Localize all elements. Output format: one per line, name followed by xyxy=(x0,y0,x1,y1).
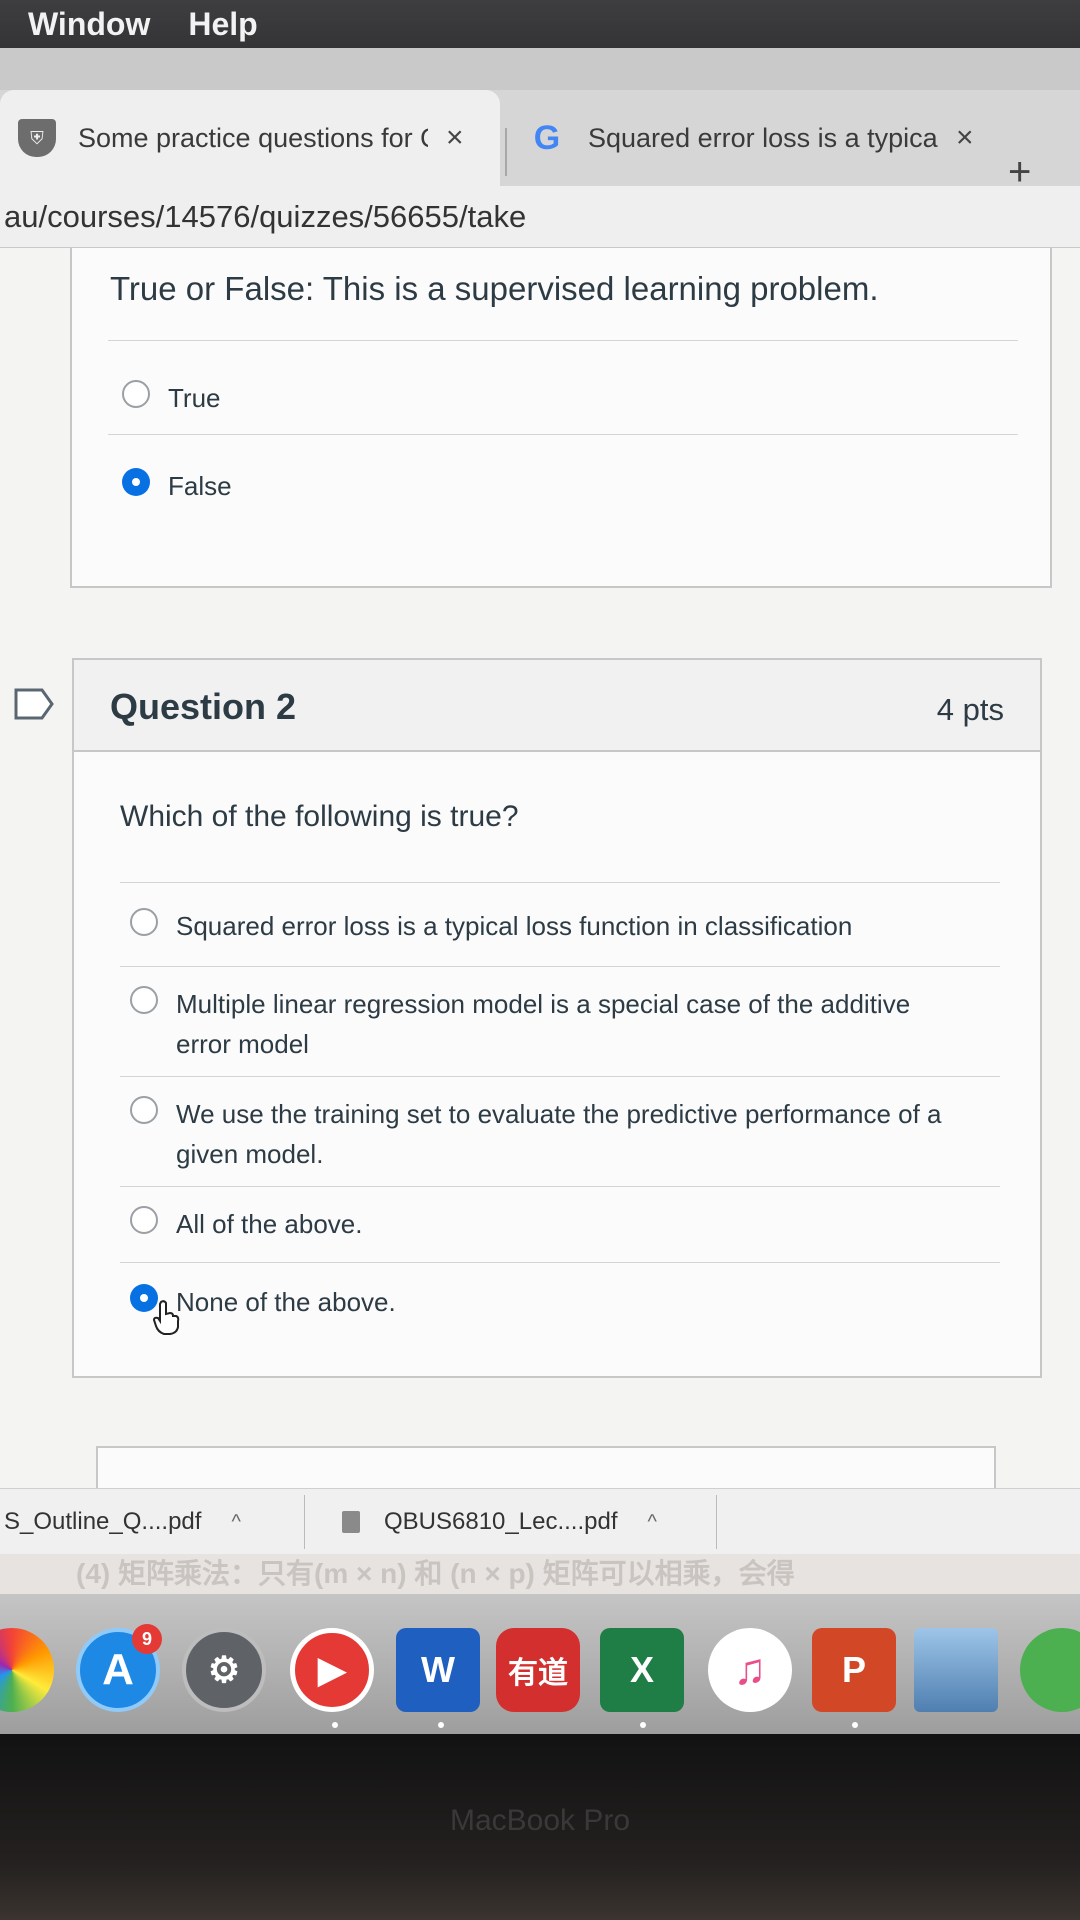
question-1-card: True or False: This is a supervised lear… xyxy=(70,248,1052,588)
radio-button[interactable] xyxy=(130,986,158,1014)
quiz-page: True or False: This is a supervised lear… xyxy=(0,248,1080,1488)
pdf-file-icon xyxy=(342,1511,360,1533)
address-bar[interactable]: au/courses/14576/quizzes/56655/take xyxy=(0,186,1080,248)
notification-badge: 9 xyxy=(132,1624,162,1654)
download-filename: S_Outline_Q....pdf xyxy=(4,1508,202,1535)
divider xyxy=(108,340,1018,341)
answer-option[interactable]: We use the training set to evaluate the … xyxy=(130,1094,950,1174)
menu-window[interactable]: Window xyxy=(28,6,150,43)
university-shield-icon: ⛨ xyxy=(18,119,56,157)
running-indicator xyxy=(852,1722,858,1728)
excel-icon[interactable]: X xyxy=(600,1628,684,1712)
background-window-text: (4) 矩阵乘法：只有(m × n) 和 (n × p) 矩阵可以相乘，会得 xyxy=(0,1554,1080,1594)
answer-option[interactable]: All of the above. xyxy=(130,1204,950,1244)
divider xyxy=(120,1076,1000,1077)
hand-cursor-icon xyxy=(152,1300,180,1335)
divider xyxy=(120,966,1000,967)
running-indicator xyxy=(332,1722,338,1728)
tab-title: Some practice questions for Q xyxy=(78,122,428,153)
chevron-up-icon[interactable]: ^ xyxy=(647,1511,656,1534)
option-label: All of the above. xyxy=(176,1209,363,1239)
powerpoint-letter: P xyxy=(841,1649,866,1690)
answer-option[interactable]: None of the above. xyxy=(130,1282,950,1322)
question-1-text: True or False: This is a supervised lear… xyxy=(110,270,879,307)
google-icon: G xyxy=(533,118,561,157)
tab-title: Squared error loss is a typical l xyxy=(588,122,938,153)
radio-button-selected[interactable] xyxy=(122,468,150,496)
youdao-label: 有道 xyxy=(508,1657,568,1690)
divider xyxy=(120,1186,1000,1187)
music-icon[interactable]: ♫ xyxy=(708,1628,792,1712)
video-player-icon[interactable]: ▶ xyxy=(290,1628,374,1712)
menu-bar: Window Help xyxy=(0,0,1080,48)
wechat-icon[interactable] xyxy=(1020,1628,1080,1712)
powerpoint-icon[interactable]: P xyxy=(812,1628,896,1712)
answer-option[interactable]: Multiple linear regression model is a sp… xyxy=(130,984,930,1064)
download-item[interactable]: S_Outline_Q....pdf ^ xyxy=(4,1489,241,1555)
option-label: Squared error loss is a typical loss fun… xyxy=(176,911,853,941)
divider xyxy=(120,882,1000,883)
app-store-icon[interactable]: A 9 xyxy=(76,1624,162,1712)
radio-button[interactable] xyxy=(130,908,158,936)
question-3-card xyxy=(96,1446,996,1488)
download-item[interactable]: QBUS6810_Lec....pdf ^ xyxy=(342,1489,657,1555)
tab-google-search[interactable]: G Squared error loss is a typical l × xyxy=(510,90,1000,186)
download-shelf: S_Outline_Q....pdf ^ QBUS6810_Lec....pdf… xyxy=(0,1488,1080,1554)
system-preferences-icon[interactable]: ⚙ xyxy=(182,1628,266,1712)
chevron-up-icon[interactable]: ^ xyxy=(231,1511,240,1534)
option-label: We use the training set to evaluate the … xyxy=(176,1099,942,1169)
radio-button[interactable] xyxy=(130,1206,158,1234)
photos-icon[interactable] xyxy=(0,1628,54,1712)
answer-option[interactable]: Squared error loss is a typical loss fun… xyxy=(130,906,990,946)
laptop-bezel: MacBook Pro xyxy=(0,1734,1080,1920)
question-2-text: Which of the following is true? xyxy=(120,800,519,833)
divider xyxy=(716,1495,717,1549)
question-2-header: Question 2 4 pts xyxy=(74,660,1040,752)
tab-divider xyxy=(505,128,507,176)
dock: A 9 ⚙ ▶ W 有道 X ♫ P xyxy=(0,1594,1080,1734)
excel-letter: X xyxy=(629,1649,654,1690)
running-indicator xyxy=(438,1722,444,1728)
option-label: None of the above. xyxy=(176,1287,396,1317)
tab-practice-questions[interactable]: ⛨ Some practice questions for Q × xyxy=(0,90,500,186)
close-icon[interactable]: × xyxy=(956,121,974,155)
radio-button[interactable] xyxy=(122,380,150,408)
answer-option[interactable]: True xyxy=(122,378,221,418)
word-letter: W xyxy=(421,1649,455,1690)
preview-icon[interactable] xyxy=(914,1628,998,1712)
option-label: False xyxy=(168,471,232,501)
close-icon[interactable]: × xyxy=(446,121,464,155)
tab-strip: ⛨ Some practice questions for Q × G Squa… xyxy=(0,90,1080,186)
device-label: MacBook Pro xyxy=(449,1804,631,1837)
option-label: True xyxy=(168,383,221,413)
youdao-icon[interactable]: 有道 xyxy=(496,1628,580,1712)
question-2-card: Question 2 4 pts Which of the following … xyxy=(72,658,1042,1378)
running-indicator xyxy=(640,1722,646,1728)
radio-button[interactable] xyxy=(130,1096,158,1124)
divider xyxy=(120,1262,1000,1263)
option-label: Multiple linear regression model is a sp… xyxy=(176,989,911,1059)
divider xyxy=(304,1495,305,1549)
question-2-title: Question 2 xyxy=(110,686,297,727)
url-text: au/courses/14576/quizzes/56655/take xyxy=(4,198,527,234)
word-icon[interactable]: W xyxy=(396,1628,480,1712)
question-points: 4 pts xyxy=(936,692,1004,727)
download-filename: QBUS6810_Lec....pdf xyxy=(384,1508,618,1535)
menu-help[interactable]: Help xyxy=(188,6,257,43)
bookmark-flag-icon[interactable] xyxy=(14,688,56,720)
divider xyxy=(108,434,1018,435)
answer-option[interactable]: False xyxy=(122,466,232,506)
